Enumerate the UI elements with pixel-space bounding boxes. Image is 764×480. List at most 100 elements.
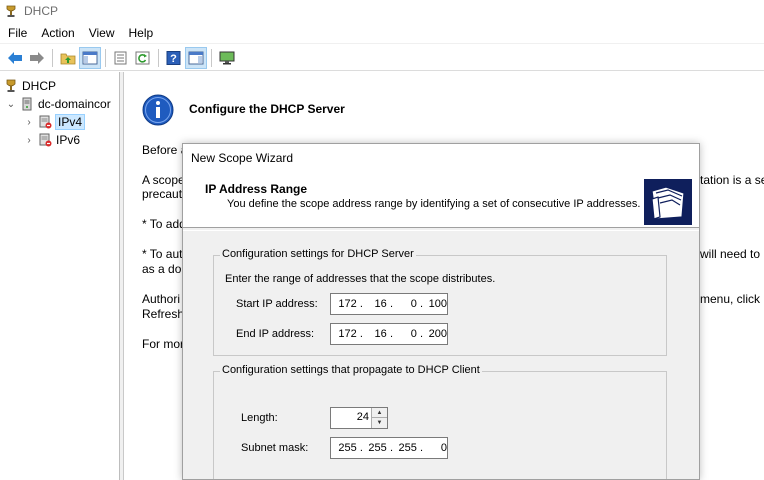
stepper-up-icon[interactable]: ▲ — [372, 408, 387, 418]
new-scope-wizard-dialog: New Scope Wizard IP Address Range You de… — [182, 143, 700, 480]
window-title: DHCP — [24, 4, 59, 18]
header-divider — [183, 230, 699, 231]
length-label: Length: — [241, 412, 278, 424]
menu-action[interactable]: Action — [34, 26, 81, 40]
monitor-button[interactable] — [216, 47, 238, 69]
forward-button[interactable] — [26, 47, 48, 69]
dhcp-server-settings-group: Configuration settings for DHCP Server E… — [213, 248, 667, 356]
server-icon — [22, 97, 32, 111]
subnet-mask-input[interactable]: 255. 255. 255. 0 — [330, 437, 448, 459]
back-button[interactable] — [4, 47, 26, 69]
ip-dot: . — [420, 298, 424, 310]
range-instruction: Enter the range of addresses that the sc… — [225, 273, 496, 285]
ip-octet[interactable]: 100 — [426, 298, 447, 310]
toolbar: ? — [0, 45, 764, 71]
toolbar-separator — [211, 48, 212, 67]
ip-dot: . — [420, 328, 424, 340]
properties-button[interactable] — [110, 47, 132, 69]
ip-octet[interactable]: 0 — [396, 298, 417, 310]
tree-label-dhcp: DHCP — [22, 79, 57, 93]
ipv6-icon — [39, 133, 52, 147]
svg-text:?: ? — [170, 53, 177, 65]
ip-dot: . — [359, 328, 363, 340]
dialog-title-bar[interactable]: New Scope Wizard — [183, 144, 699, 172]
toolbar-separator — [105, 48, 106, 67]
properties-icon — [114, 51, 127, 64]
ip-dot: . — [389, 328, 394, 340]
body-text-line: For mor — [142, 337, 184, 351]
chevron-right-icon[interactable]: › — [24, 135, 34, 146]
ip-octet[interactable]: 255 — [396, 442, 417, 454]
dialog-title: New Scope Wizard — [191, 151, 294, 165]
tree-label-server: dc-domaincor — [38, 97, 111, 111]
group-legend: Configuration settings that propagate to… — [220, 364, 482, 376]
console-tree: DHCP ⌄ dc-domaincor › IPv4 › IPv6 — [0, 72, 120, 480]
menu-view[interactable]: View — [82, 26, 122, 40]
stepper-down-icon[interactable]: ▼ — [372, 418, 387, 428]
help-icon: ? — [166, 50, 181, 65]
back-arrow-icon — [8, 51, 22, 64]
ip-octet[interactable]: 0 — [426, 442, 447, 454]
menu-bar: File Action View Help — [0, 22, 764, 44]
show-hide-console-tree-icon — [82, 51, 98, 64]
refresh-button[interactable] — [132, 47, 154, 69]
up-folder-icon — [60, 53, 76, 64]
show-action-pane-button[interactable] — [185, 46, 207, 69]
subnet-mask-label: Subnet mask: — [241, 442, 309, 454]
dhcp-trophy-icon — [6, 79, 16, 92]
end-ip-input[interactable]: 172. 16. 0. 200 — [330, 323, 448, 345]
tree-label-ipv6: IPv6 — [56, 133, 81, 147]
body-text-line: Authori — [142, 292, 181, 306]
dhcp-app-icon — [6, 5, 16, 17]
page-heading: Configure the DHCP Server — [189, 102, 345, 116]
help-button[interactable]: ? — [163, 47, 185, 69]
length-stepper[interactable]: 24 ▲ ▼ — [330, 407, 388, 429]
group-legend: Configuration settings for DHCP Server — [220, 248, 416, 260]
ip-octet[interactable]: 16 — [366, 298, 387, 310]
start-ip-input[interactable]: 172. 16. 0. 100 — [330, 293, 448, 315]
up-one-level-button[interactable] — [57, 47, 79, 69]
show-hide-console-tree-button[interactable] — [79, 46, 101, 69]
end-ip-label: End IP address: — [236, 328, 315, 340]
ip-dot: . — [359, 298, 363, 310]
ip-dot: . — [389, 442, 394, 454]
ip-octet[interactable]: 16 — [366, 328, 387, 340]
body-text-line: * To add — [142, 217, 186, 231]
tree-node-dhcp[interactable]: DHCP — [4, 77, 56, 95]
tree-node-ipv4[interactable]: › IPv4 — [24, 113, 86, 131]
ip-octet[interactable]: 172 — [336, 298, 356, 310]
wizard-header: IP Address Range You define the scope ad… — [183, 172, 699, 228]
chevron-down-icon[interactable]: ⌄ — [6, 99, 16, 110]
chevron-right-icon[interactable]: › — [24, 117, 34, 128]
ip-dot: . — [389, 298, 394, 310]
tree-node-ipv6[interactable]: › IPv6 — [24, 131, 80, 149]
menu-file[interactable]: File — [0, 26, 34, 40]
body-text-line: menu, click — [700, 292, 761, 306]
ip-octet[interactable]: 0 — [396, 328, 417, 340]
toolbar-separator — [52, 48, 53, 67]
body-text-line: will need to — [700, 247, 761, 261]
title-bar: DHCP — [0, 0, 764, 22]
refresh-icon — [135, 51, 150, 64]
ip-octet[interactable]: 172 — [336, 328, 356, 340]
forward-arrow-icon — [30, 51, 44, 64]
body-text-line: * To aut — [142, 247, 183, 261]
ip-octet[interactable]: 200 — [426, 328, 447, 340]
menu-help[interactable]: Help — [122, 26, 161, 40]
body-text-line: Before a — [142, 143, 188, 157]
length-value: 24 — [356, 411, 369, 423]
body-text-line: precaut — [142, 187, 183, 201]
tree-node-server[interactable]: ⌄ dc-domaincor — [6, 95, 111, 113]
dhcp-client-settings-group: Configuration settings that propagate to… — [213, 364, 667, 479]
pane-splitter[interactable] — [120, 72, 124, 480]
wizard-folders-icon — [644, 179, 692, 225]
ip-dot: . — [359, 442, 363, 454]
wizard-step-subtitle: You define the scope address range by id… — [227, 198, 641, 210]
info-icon — [142, 94, 174, 126]
ip-octet[interactable]: 255 — [336, 442, 356, 454]
ip-dot: . — [420, 442, 424, 454]
show-action-pane-icon — [188, 51, 204, 64]
ip-octet[interactable]: 255 — [366, 442, 386, 454]
wizard-step-title: IP Address Range — [205, 182, 308, 196]
stepper-buttons: ▲ ▼ — [371, 408, 387, 428]
